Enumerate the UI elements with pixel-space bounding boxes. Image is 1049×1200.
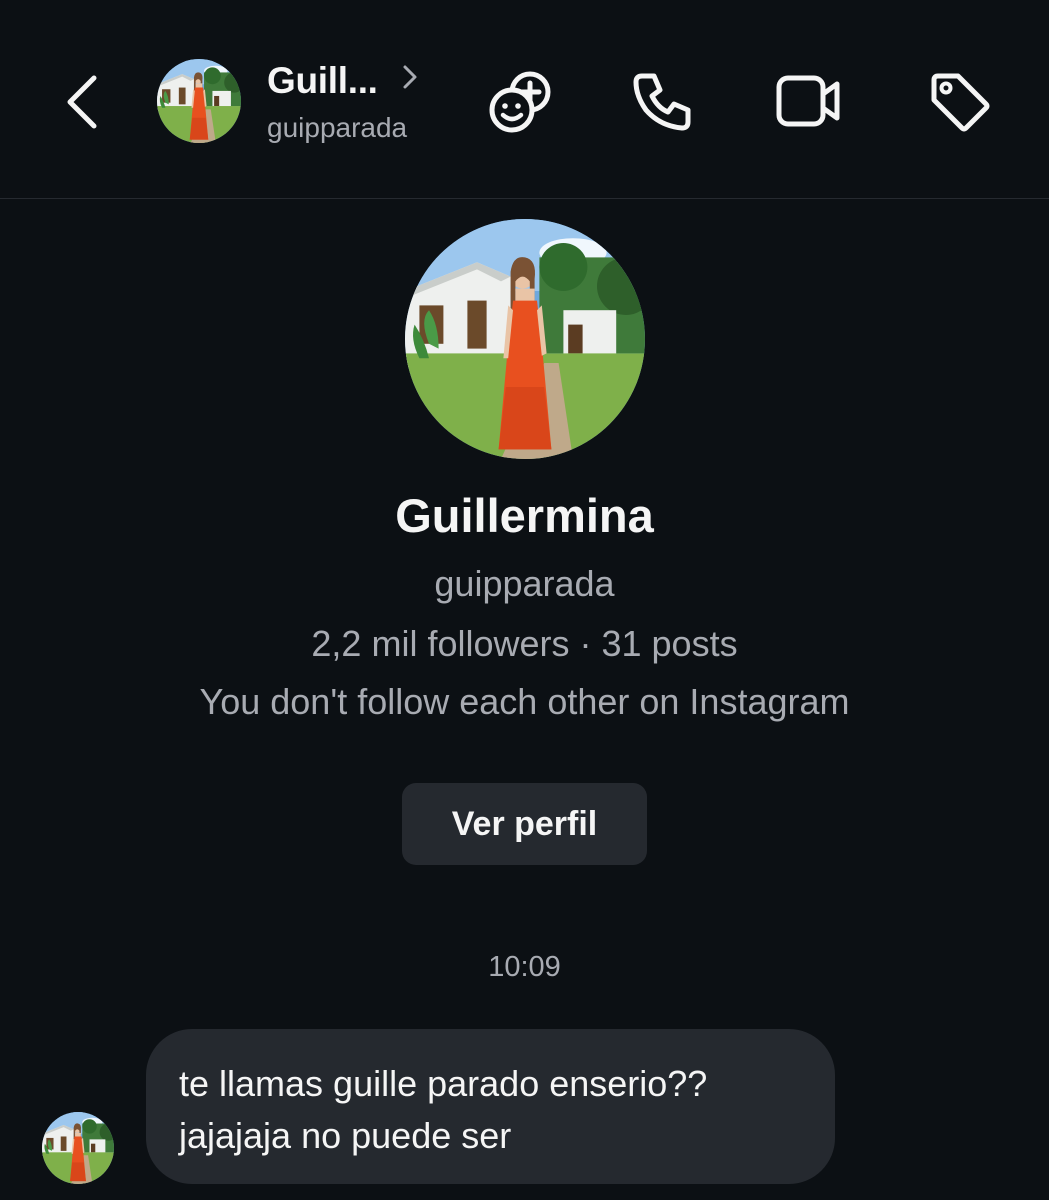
tag-button[interactable]: [928, 70, 992, 134]
profile-name: Guillermina: [395, 489, 654, 542]
audio-call-button[interactable]: [632, 70, 694, 132]
video-call-button[interactable]: [775, 72, 843, 130]
friends-plus-icon: [489, 71, 551, 133]
chevron-right-icon: [403, 65, 417, 89]
message-text-line: jajajaja no puede ser: [179, 1115, 512, 1156]
contact-username: guipparada: [267, 112, 408, 143]
chevron-left-icon: [67, 75, 97, 129]
profile-avatar[interactable]: [405, 219, 645, 459]
message-bubble[interactable]: te llamas guille parado enserio?? jajaja…: [146, 1029, 835, 1184]
message-text-line: te llamas guille parado enserio??: [179, 1063, 708, 1104]
add-friends-button[interactable]: [488, 68, 556, 136]
contact-name-button[interactable]: Guill...: [267, 60, 420, 102]
contact-name: Guill...: [267, 60, 378, 101]
contact-avatar[interactable]: [157, 59, 241, 143]
sender-avatar[interactable]: [42, 1112, 114, 1184]
chat-header: Guill... guipparada: [0, 0, 1049, 199]
follow-status: You don't follow each other on Instagram: [199, 681, 850, 722]
back-button[interactable]: [56, 68, 112, 136]
video-camera-icon: [776, 75, 840, 127]
message-timestamp: 10:09: [488, 951, 561, 983]
profile-stats: 2,2 mil followers · 31 posts: [311, 623, 738, 664]
view-profile-button[interactable]: Ver perfil: [402, 783, 647, 865]
tag-icon: [931, 73, 990, 132]
phone-icon: [633, 73, 691, 131]
profile-username: guipparada: [434, 563, 615, 604]
